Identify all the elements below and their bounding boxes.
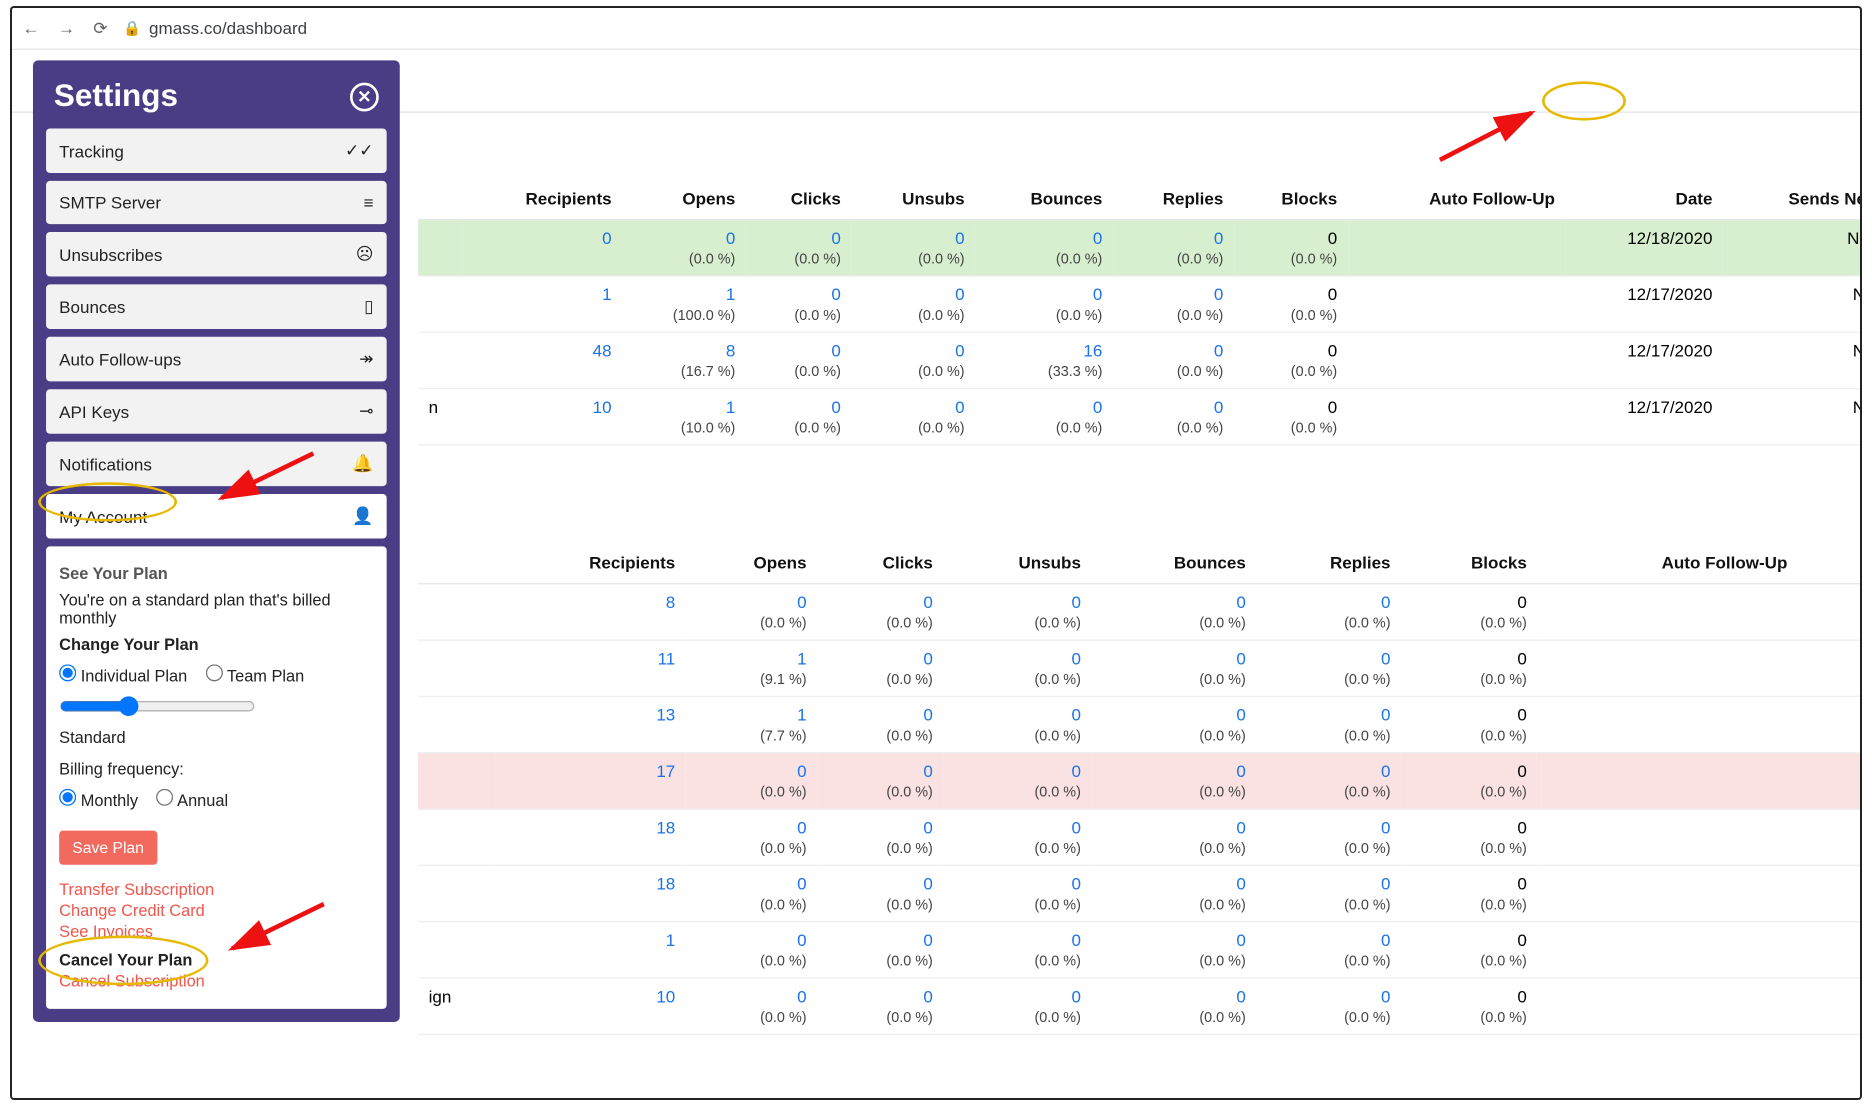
col-unsubs: Unsubs	[851, 178, 975, 219]
billing-frequency-label: Billing frequency:	[59, 760, 373, 778]
cancel-subscription-link[interactable]: Cancel Subscription	[59, 972, 373, 990]
col-sends-next: Sends Next	[1723, 178, 1862, 219]
table-row[interactable]: 180(0.0 %)0(0.0 %)0(0.0 %)0(0.0 %)0(0.0 …	[418, 865, 1862, 921]
col-auto-follow-up: Auto Follow-Up	[1537, 542, 1798, 583]
save-plan-button[interactable]: Save Plan	[59, 831, 157, 865]
team-plan-radio[interactable]: Team Plan	[206, 664, 305, 685]
settings-row-smtp-server[interactable]: SMTP Server≡	[46, 181, 387, 224]
table-row[interactable]: 11(100.0 %)0(0.0 %)0(0.0 %)0(0.0 %)0(0.0…	[418, 276, 1862, 332]
table-row[interactable]: 488(16.7 %)0(0.0 %)0(0.0 %)16(33.3 %)0(0…	[418, 332, 1862, 388]
annual-radio[interactable]: Annual	[156, 789, 228, 810]
settings-panel: Settings ✕ Tracking✓✓ SMTP Server≡ Unsubsc…	[33, 60, 400, 1022]
table-row[interactable]: 180(0.0 %)0(0.0 %)0(0.0 %)0(0.0 %)0(0.0 …	[418, 809, 1862, 865]
col-auto-follow-up: Auto Follow-Up	[1348, 178, 1566, 219]
back-icon[interactable]: ←	[22, 18, 39, 38]
my-account-section: See Your Plan You're on a standard plan …	[46, 546, 387, 1008]
cancel-plan-heading: Cancel Your Plan	[59, 951, 373, 969]
col-bounces: Bounces	[975, 178, 1113, 219]
col-unsubs: Unsubs	[943, 542, 1091, 583]
transfer-subscription-link[interactable]: Transfer Subscription	[59, 880, 373, 898]
tracking-icon: ✓✓	[345, 140, 374, 161]
settings-row-notifications[interactable]: Notifications🔔	[46, 442, 387, 487]
col-recipients: Recipients	[496, 542, 686, 583]
settings-title: Settings	[54, 79, 178, 116]
api-keys-icon: ⊸	[359, 401, 373, 422]
plan-level: Standard	[59, 728, 373, 746]
col-replies: Replies	[1256, 542, 1401, 583]
unsubscribes-icon: ☹	[356, 244, 374, 265]
col-subject	[418, 542, 496, 583]
table-row[interactable]: ign100(0.0 %)0(0.0 %)0(0.0 %)0(0.0 %)0(0…	[418, 978, 1862, 1034]
col-blocks: Blocks	[1401, 542, 1537, 583]
settings-row-tracking[interactable]: Tracking✓✓	[46, 129, 387, 174]
individual-plan-radio[interactable]: Individual Plan	[59, 664, 187, 685]
campaign-table-2: RecipientsOpensClicksUnsubsBouncesReplie…	[418, 542, 1862, 1035]
col-date: Date	[1565, 178, 1723, 219]
col-bounces: Bounces	[1091, 542, 1256, 583]
col-blocks: Blocks	[1234, 178, 1348, 219]
close-icon[interactable]: ✕	[350, 83, 379, 112]
settings-row-unsubscribes[interactable]: Unsubscribes☹	[46, 232, 387, 277]
auto-follow-ups-icon: ↠	[359, 349, 373, 370]
change-plan-heading: Change Your Plan	[59, 635, 373, 653]
table-row[interactable]: 131(7.7 %)0(0.0 %)0(0.0 %)0(0.0 %)0(0.0 …	[418, 696, 1862, 752]
see-plan-heading: See Your Plan	[59, 565, 373, 583]
table-row[interactable]: 80(0.0 %)0(0.0 %)0(0.0 %)0(0.0 %)0(0.0 %…	[418, 584, 1862, 640]
smtp-server-icon: ≡	[364, 193, 374, 213]
table-row[interactable]: 111(9.1 %)0(0.0 %)0(0.0 %)0(0.0 %)0(0.0 …	[418, 640, 1862, 696]
settings-row-my-account[interactable]: My Account👤	[46, 494, 387, 539]
monthly-radio[interactable]: Monthly	[59, 789, 138, 810]
table-row[interactable]: 10(0.0 %)0(0.0 %)0(0.0 %)0(0.0 %)0(0.0 %…	[418, 922, 1862, 978]
col-clicks: Clicks	[746, 178, 852, 219]
lock-icon: 🔒	[123, 20, 141, 37]
col-opens: Opens	[622, 178, 746, 219]
my-account-icon: 👤	[352, 506, 373, 527]
col-subject	[418, 178, 463, 219]
settings-row-api-keys[interactable]: API Keys⊸	[46, 389, 387, 434]
see-invoices-link[interactable]: See Invoices	[59, 922, 373, 940]
campaign-table-1: RecipientsOpensClicksUnsubsBouncesReplie…	[418, 178, 1862, 445]
table-row[interactable]: n101(10.0 %)0(0.0 %)0(0.0 %)0(0.0 %)0(0.…	[418, 389, 1862, 445]
refresh-icon[interactable]: ⟳	[93, 18, 107, 39]
forward-icon[interactable]: →	[58, 18, 75, 38]
change-credit-card-link[interactable]: Change Credit Card	[59, 901, 373, 919]
col-clicks: Clicks	[817, 542, 943, 583]
plan-slider[interactable]	[59, 696, 256, 717]
col-opens: Opens	[686, 542, 817, 583]
table-row[interactable]: 170(0.0 %)0(0.0 %)0(0.0 %)0(0.0 %)0(0.0 …	[418, 753, 1862, 809]
settings-row-auto-follow-ups[interactable]: Auto Follow-ups↠	[46, 337, 387, 382]
url-text: gmass.co/dashboard	[149, 18, 307, 38]
plan-line: You're on a standard plan that's billed …	[59, 591, 373, 628]
col-recipients: Recipients	[463, 178, 622, 219]
table-row[interactable]: 00(0.0 %)0(0.0 %)0(0.0 %)0(0.0 %)0(0.0 %…	[418, 220, 1862, 276]
notifications-icon: 🔔	[352, 453, 373, 474]
settings-row-bounces[interactable]: Bounces▯	[46, 284, 387, 329]
col-date: Date	[1798, 542, 1862, 583]
col-replies: Replies	[1113, 178, 1234, 219]
browser-address-bar: ← → ⟳ 🔒 gmass.co/dashboard ⊸ ☆ ⋮	[12, 8, 1862, 50]
bounces-icon: ▯	[364, 296, 373, 317]
